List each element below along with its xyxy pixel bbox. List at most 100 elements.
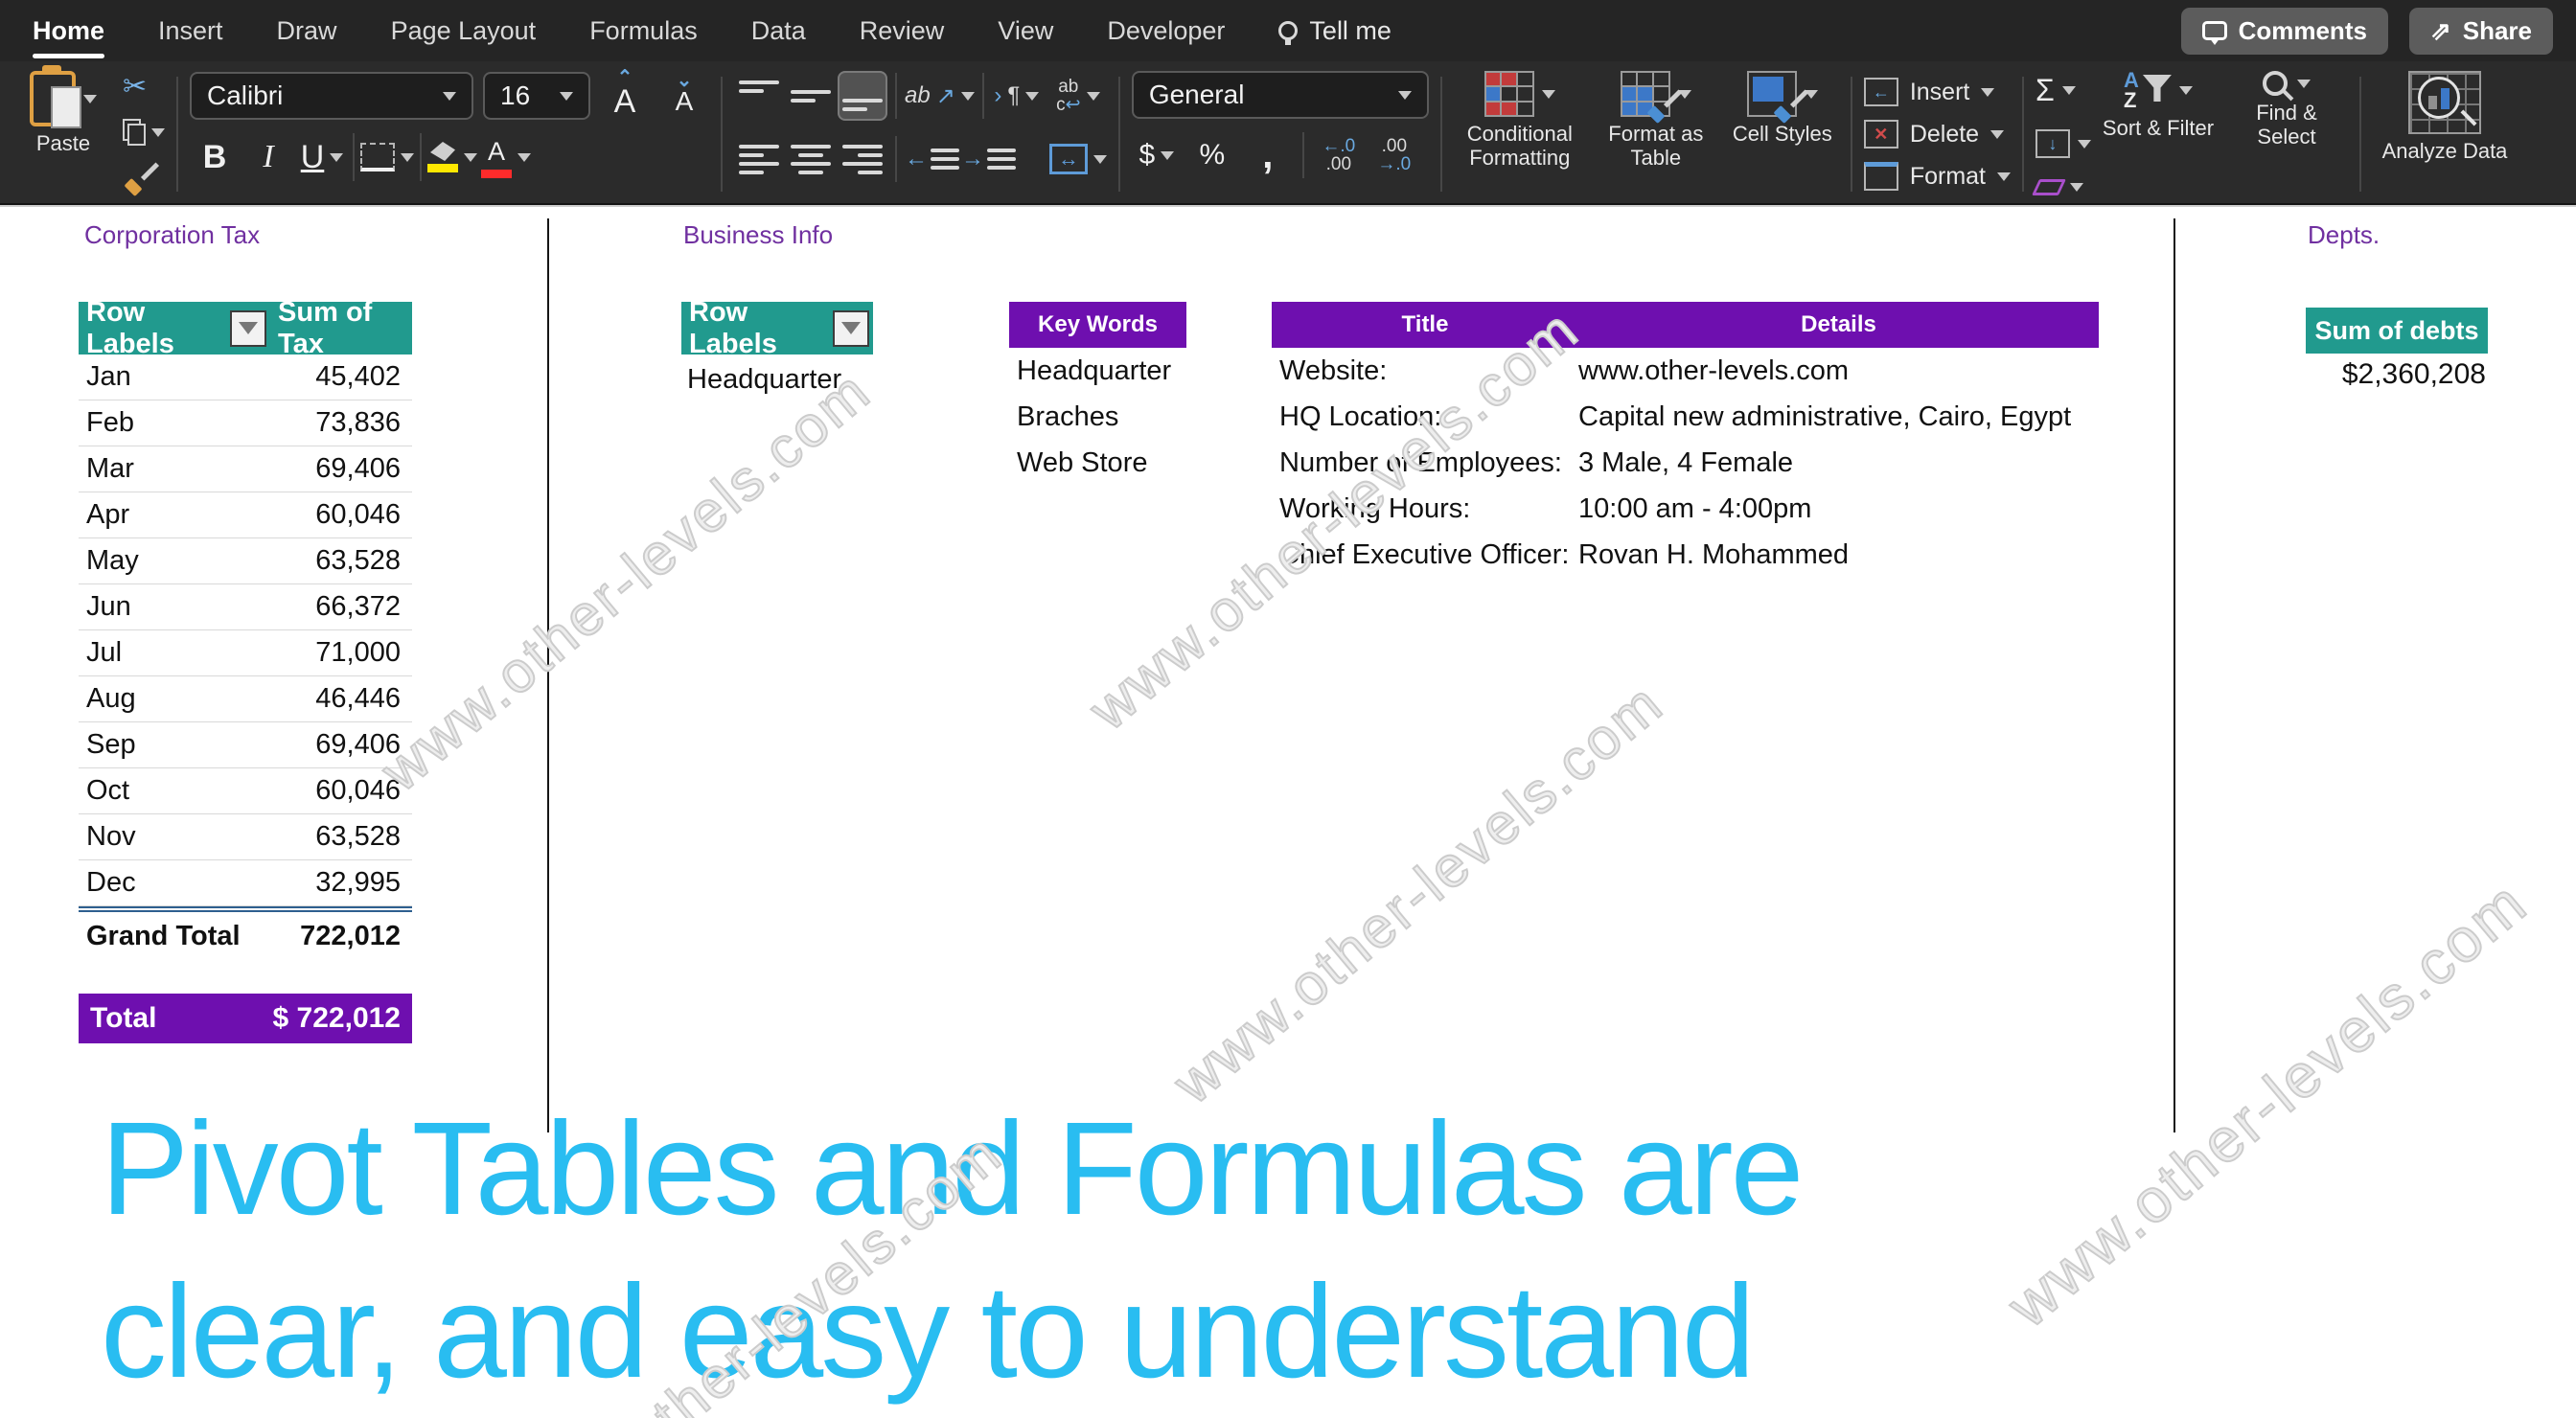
clear-chevron-icon[interactable] [2070,183,2083,192]
align-top-button[interactable] [734,71,784,121]
tab-page-layout[interactable]: Page Layout [391,16,537,46]
tab-insert[interactable]: Insert [158,16,223,46]
align-bottom-button[interactable] [838,71,887,121]
paste-chevron-icon[interactable] [83,95,97,103]
clear-eraser-icon[interactable] [2032,179,2066,195]
comma-button[interactable]: , [1243,130,1293,180]
list-item[interactable]: Braches [1009,394,1186,440]
align-right-button[interactable] [838,134,887,184]
decrease-font-button[interactable]: ⌄A [659,71,709,121]
delete-chevron-icon[interactable] [1990,130,2004,139]
table-row[interactable]: Dec32,995 [79,860,412,906]
tab-developer[interactable]: Developer [1107,16,1225,46]
table-row[interactable]: Website:www.other-levels.com [1272,348,2099,394]
tab-formulas[interactable]: Formulas [589,16,698,46]
tab-home[interactable]: Home [33,16,104,46]
autosum-chevron-icon[interactable] [2062,86,2076,95]
increase-font-button[interactable]: ⌃A [600,71,650,121]
find-select-button[interactable]: Find & Select [2225,71,2348,197]
decrease-decimal-button[interactable]: .00→.0 [1369,130,1419,180]
table-row[interactable]: Aug46,446 [79,676,412,722]
table-row[interactable]: HQ Location:Capital new administrative, … [1272,394,2099,440]
tell-me[interactable]: Tell me [1278,16,1392,46]
merge-center-button[interactable]: ↔ [1049,134,1107,184]
align-center-button[interactable] [786,134,836,184]
grand-total-row[interactable]: Grand Total722,012 [79,906,412,960]
copy-icon[interactable] [123,119,146,146]
reading-order-chevron-icon[interactable] [1025,92,1039,101]
underline-chevron-icon[interactable] [330,153,343,162]
underline-button[interactable]: U [297,132,347,182]
copy-chevron-icon[interactable] [151,128,165,137]
total-row[interactable]: Total $ 722,012 [79,994,412,1043]
business-pivot-value[interactable]: Headquarter [681,354,873,396]
orientation-chevron-icon[interactable] [961,92,975,101]
table-row[interactable]: Chief Executive Officer:Rovan H. Mohamme… [1272,532,2099,578]
table-row[interactable]: Oct60,046 [79,768,412,814]
font-name-select[interactable]: Calibri [190,72,473,120]
borders-chevron-icon[interactable] [401,153,414,162]
conditional-formatting-chevron-icon[interactable] [1542,90,1555,99]
sum-of-debts-value[interactable]: $2,360,208 [2296,358,2488,391]
cell-styles-button[interactable]: Cell Styles [1726,71,1839,197]
delete-button[interactable]: ✕ Delete [1864,113,2011,155]
bold-button[interactable]: B [190,132,240,182]
font-color-button[interactable]: A [481,132,531,182]
fill-color-button[interactable] [427,132,477,182]
sort-filter-chevron-icon[interactable] [2179,86,2193,95]
row-labels-filter-dropdown[interactable] [230,310,266,347]
increase-indent-button[interactable]: → [961,134,1016,184]
fill-down-icon[interactable]: ↓ [2036,129,2070,158]
percent-button[interactable]: % [1187,130,1237,180]
analyze-data-button[interactable]: Analyze Data [2373,71,2517,197]
format-as-table-button[interactable]: Format as Table [1590,71,1722,197]
reading-order-button[interactable]: ›¶ [992,71,1042,121]
list-item[interactable]: Headquarter [1009,348,1186,394]
table-row[interactable]: Number of Employees:3 Male, 4 Female [1272,440,2099,486]
increase-decimal-button[interactable]: ←.0.00 [1314,130,1364,180]
find-select-chevron-icon[interactable] [2297,80,2311,88]
number-format-select[interactable]: General [1132,71,1429,119]
table-row[interactable]: Apr60,046 [79,492,412,538]
decrease-indent-button[interactable]: ← [905,134,959,184]
align-middle-button[interactable] [786,71,836,121]
table-row[interactable]: Jan45,402 [79,354,412,400]
merge-chevron-icon[interactable] [1093,155,1107,164]
italic-button[interactable]: I [243,132,293,182]
format-button[interactable]: Format [1864,155,2011,197]
tab-review[interactable]: Review [860,16,945,46]
font-color-chevron-icon[interactable] [518,153,531,162]
table-row[interactable]: Jul71,000 [79,630,412,676]
table-row[interactable]: Sep69,406 [79,722,412,768]
share-button[interactable]: ⇗ Share [2409,8,2553,55]
table-row[interactable]: Nov63,528 [79,814,412,860]
currency-chevron-icon[interactable] [1161,151,1174,160]
conditional-formatting-button[interactable]: Conditional Formatting [1454,71,1586,197]
paste-button[interactable]: Paste [13,71,113,197]
cut-icon[interactable]: ✂ [123,73,165,102]
table-row[interactable]: May63,528 [79,538,412,584]
align-left-button[interactable] [734,134,784,184]
tab-draw[interactable]: Draw [277,16,337,46]
fill-color-chevron-icon[interactable] [464,153,477,162]
wrap-text-chevron-icon[interactable] [1087,92,1100,101]
orientation-button[interactable]: ab↗ [905,71,975,121]
font-size-select[interactable]: 16 [483,72,590,120]
sort-filter-button[interactable]: AZ Sort & Filter [2097,71,2220,197]
format-painter-icon[interactable] [123,163,157,195]
tab-data[interactable]: Data [751,16,806,46]
insert-chevron-icon[interactable] [1981,88,1994,97]
table-row[interactable]: Mar69,406 [79,446,412,492]
insert-button[interactable]: ← Insert [1864,71,2011,113]
table-row[interactable]: Jun66,372 [79,584,412,630]
format-chevron-icon[interactable] [1997,172,2011,181]
currency-button[interactable]: $ [1132,130,1182,180]
comments-button[interactable]: Comments [2181,8,2388,55]
table-row[interactable]: Feb73,836 [79,400,412,446]
tab-view[interactable]: View [998,16,1053,46]
autosum-icon[interactable]: Σ [2036,73,2055,108]
table-row[interactable]: Working Hours:10:00 am - 4:00pm [1272,486,2099,532]
fill-chevron-icon[interactable] [2078,140,2091,149]
wrap-text-button[interactable]: abc↩ [1049,71,1107,121]
borders-button[interactable] [360,132,414,182]
